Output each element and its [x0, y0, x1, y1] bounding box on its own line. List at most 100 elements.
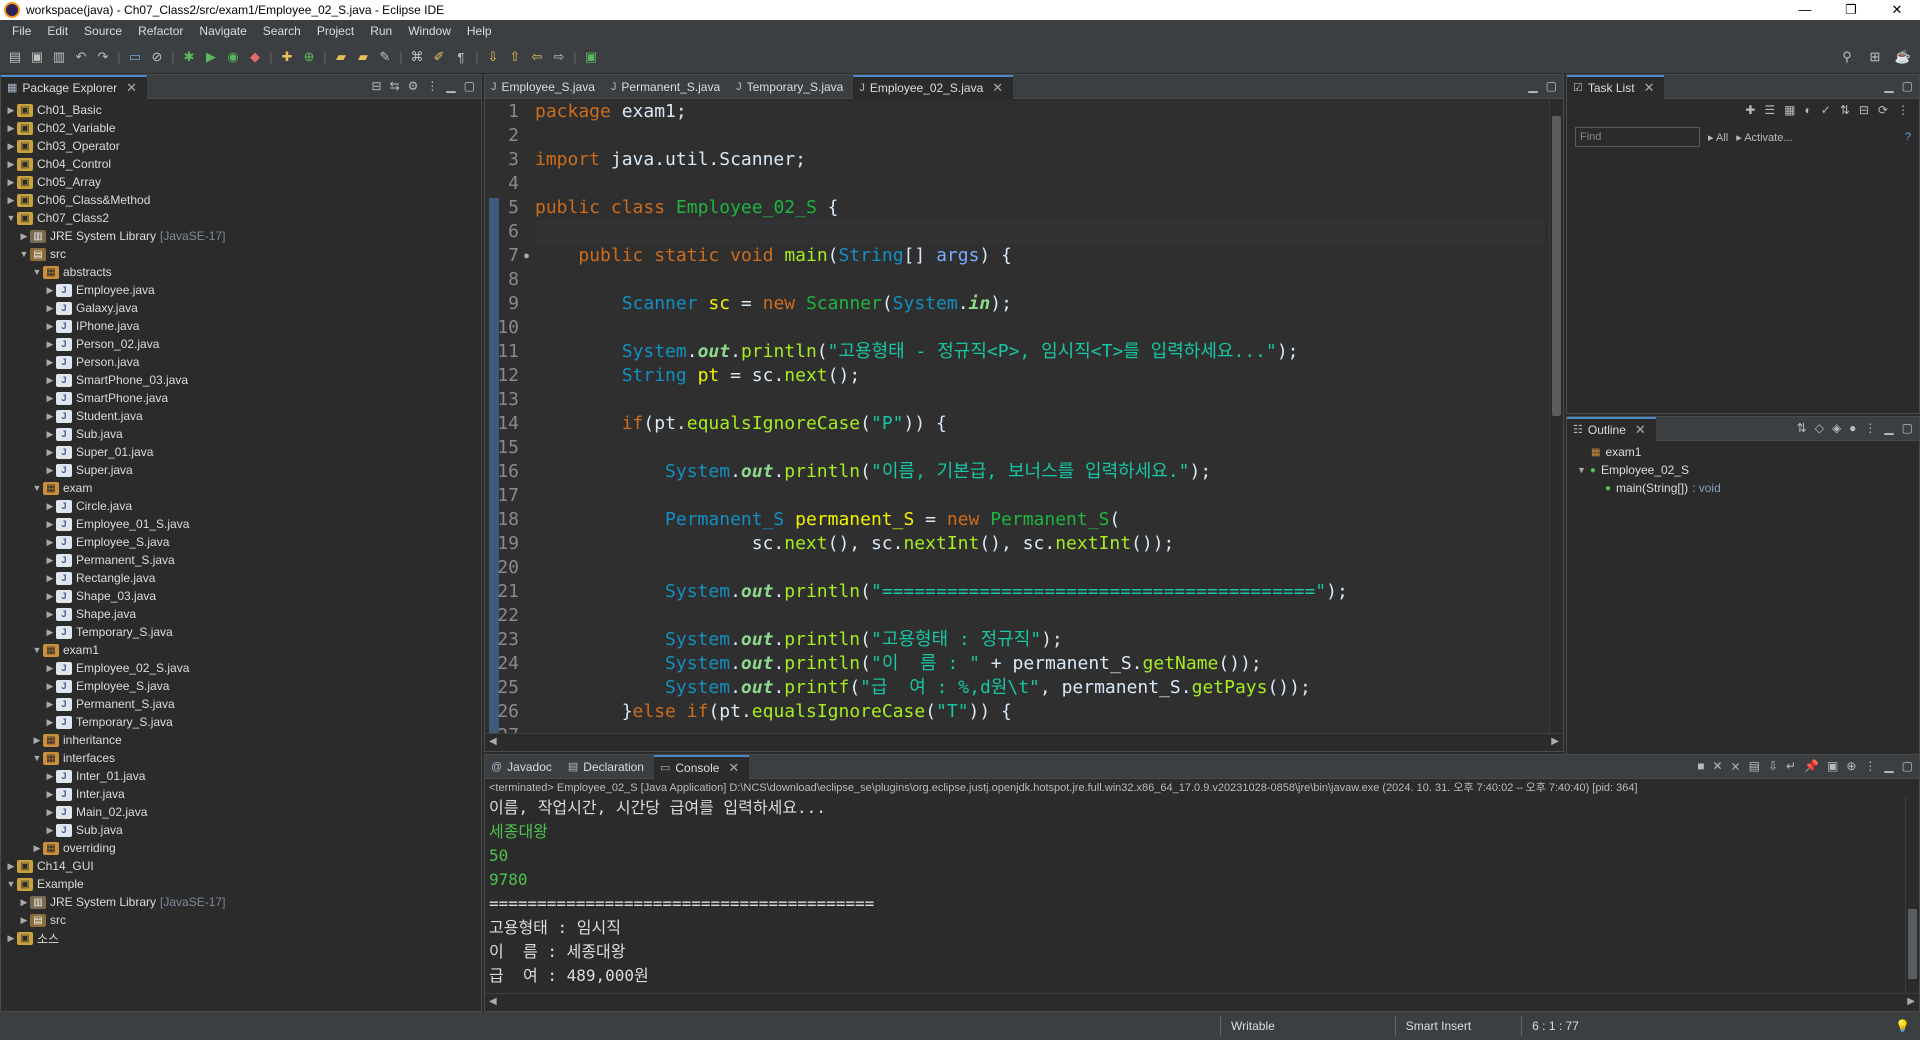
- skip-breakpoints-icon[interactable]: ⊘: [148, 48, 166, 66]
- forward-icon[interactable]: ⇨: [550, 48, 568, 66]
- chevron-down-icon[interactable]: ▼: [18, 249, 30, 259]
- redo-icon[interactable]: ↷: [94, 48, 112, 66]
- pin-editor-icon[interactable]: ▣: [582, 48, 600, 66]
- maximize-icon[interactable]: ▢: [1902, 759, 1913, 773]
- view-menu-icon[interactable]: ⋮: [426, 79, 438, 93]
- menu-item-refactor[interactable]: Refactor: [130, 24, 191, 38]
- chevron-right-icon[interactable]: ▶: [18, 231, 30, 242]
- run-icon[interactable]: ▶: [202, 48, 220, 66]
- view-menu-icon[interactable]: ⋮: [1864, 759, 1876, 773]
- minimize-icon[interactable]: ▁: [446, 79, 455, 93]
- tree-item[interactable]: ▼ ▦ abstracts: [1, 263, 481, 281]
- tree-item[interactable]: ▶ J Shape_03.java: [1, 587, 481, 605]
- search-tool-icon[interactable]: ✎: [376, 48, 394, 66]
- chevron-down-icon[interactable]: ▼: [5, 879, 17, 889]
- chevron-right-icon[interactable]: ▶: [44, 465, 56, 476]
- maximize-icon[interactable]: ▢: [464, 79, 475, 93]
- sort-icon[interactable]: ⇅: [1797, 421, 1807, 435]
- editor-horizontal-scrollbar[interactable]: ◀ ▶: [485, 733, 1563, 751]
- tree-item[interactable]: ▶ J Employee_S.java: [1, 533, 481, 551]
- restore-button[interactable]: ❐: [1828, 2, 1874, 18]
- terminate-icon[interactable]: ■: [1697, 759, 1704, 773]
- chevron-right-icon[interactable]: ▶: [5, 861, 17, 872]
- tree-item[interactable]: ▶ J Employee.java: [1, 281, 481, 299]
- menu-item-edit[interactable]: Edit: [39, 24, 76, 38]
- chevron-down-icon[interactable]: ▼: [5, 213, 17, 223]
- editor-tab[interactable]: J Temporary_S.java: [730, 75, 853, 99]
- open-console-icon[interactable]: ⊕: [1846, 759, 1856, 773]
- menu-item-run[interactable]: Run: [362, 24, 400, 38]
- close-icon[interactable]: ✕: [1635, 422, 1646, 438]
- pin-console-icon[interactable]: 📌: [1804, 759, 1819, 773]
- chevron-right-icon[interactable]: ▶: [31, 735, 43, 746]
- java-perspective-icon[interactable]: ☕: [1894, 48, 1912, 66]
- close-icon[interactable]: ✕: [126, 80, 137, 96]
- tab-javadoc[interactable]: @ Javadoc: [485, 755, 562, 779]
- chevron-right-icon[interactable]: ▶: [44, 825, 56, 836]
- chevron-right-icon[interactable]: ▶: [44, 573, 56, 584]
- tree-item[interactable]: ▶ J Temporary_S.java: [1, 623, 481, 641]
- collapse-all-icon[interactable]: ⊟: [372, 79, 382, 93]
- console-vertical-scrollbar[interactable]: [1905, 796, 1919, 993]
- tree-item[interactable]: ▼ ▤ src: [1, 245, 481, 263]
- chevron-right-icon[interactable]: ▶: [44, 285, 56, 296]
- chevron-right-icon[interactable]: ▶: [44, 807, 56, 818]
- hide-static-icon[interactable]: ◈: [1832, 421, 1841, 435]
- chevron-right-icon[interactable]: ▶: [44, 627, 56, 638]
- remove-all-icon[interactable]: ⨯: [1731, 759, 1741, 773]
- tree-item[interactable]: ▶ J Circle.java: [1, 497, 481, 515]
- categorized-icon[interactable]: ☰: [1764, 103, 1775, 117]
- tree-item[interactable]: ▶ ▣ 소스: [1, 929, 481, 947]
- editor-tab[interactable]: J Permanent_S.java: [605, 75, 730, 99]
- code-line[interactable]: Permanent_S permanent_S = new Permanent_…: [535, 508, 1545, 532]
- chevron-right-icon[interactable]: ▶: [44, 339, 56, 350]
- minimize-icon[interactable]: ▁: [1884, 79, 1893, 93]
- close-button[interactable]: ✕: [1874, 2, 1920, 18]
- chevron-right-icon[interactable]: ▶: [44, 429, 56, 440]
- minimize-button[interactable]: —: [1782, 2, 1828, 18]
- minimize-icon[interactable]: ▁: [1884, 421, 1893, 435]
- tree-item[interactable]: ▶ ▥ JRE System Library [JavaSE-17]: [1, 893, 481, 911]
- tree-item[interactable]: ▼ ▦ exam: [1, 479, 481, 497]
- new-class-icon[interactable]: ⊕: [300, 48, 318, 66]
- collapse-icon[interactable]: ⊟: [1859, 103, 1869, 117]
- chevron-right-icon[interactable]: ▶: [44, 789, 56, 800]
- tree-item[interactable]: ▶ ▣ Ch04_Control: [1, 155, 481, 173]
- view-menu-icon[interactable]: ⋮: [1864, 421, 1876, 435]
- chevron-right-icon[interactable]: ▶: [5, 123, 17, 134]
- chevron-right-icon[interactable]: ▶: [44, 681, 56, 692]
- minimize-icon[interactable]: ▁: [1884, 759, 1893, 773]
- tree-item[interactable]: ▶ J Sub.java: [1, 425, 481, 443]
- chevron-right-icon[interactable]: ▶: [44, 699, 56, 710]
- debug-icon[interactable]: ✱: [180, 48, 198, 66]
- remove-launch-icon[interactable]: ✕: [1712, 759, 1722, 773]
- tree-item[interactable]: ▶ J Person.java: [1, 353, 481, 371]
- tree-item[interactable]: ▶ J Galaxy.java: [1, 299, 481, 317]
- chevron-right-icon[interactable]: ▶: [18, 915, 30, 926]
- menu-item-help[interactable]: Help: [459, 24, 500, 38]
- tree-item[interactable]: ▶ J Super.java: [1, 461, 481, 479]
- chevron-right-icon[interactable]: ▶: [44, 303, 56, 314]
- tree-item[interactable]: ▶ ▣ Ch14_GUI: [1, 857, 481, 875]
- code-line[interactable]: System.out.println("고용형태 : 정규직");: [535, 628, 1545, 652]
- code-line[interactable]: String pt = sc.next();: [535, 364, 1545, 388]
- tree-item[interactable]: ▶ J Employee_01_S.java: [1, 515, 481, 533]
- code-line[interactable]: package exam1;: [535, 100, 1545, 124]
- search-icon[interactable]: ⚲: [1838, 48, 1856, 66]
- tree-item[interactable]: ▶ J Employee_02_S.java: [1, 659, 481, 677]
- chevron-right-icon[interactable]: ▶: [31, 843, 43, 854]
- next-annotation-icon[interactable]: ⇩: [484, 48, 502, 66]
- outline-item[interactable]: ● main(String[]): void: [1573, 479, 1919, 497]
- open-task-icon[interactable]: ▰: [354, 48, 372, 66]
- tree-item[interactable]: ▶ ▣ Ch06_Class&Method: [1, 191, 481, 209]
- code-line[interactable]: [535, 220, 1545, 244]
- maximize-icon[interactable]: ▢: [1902, 79, 1913, 93]
- chevron-right-icon[interactable]: ▶: [44, 411, 56, 422]
- tab-package-explorer[interactable]: ▦ Package Explorer ✕: [1, 74, 148, 99]
- scroll-thumb[interactable]: [1552, 116, 1561, 416]
- highlight-icon[interactable]: ✐: [430, 48, 448, 66]
- tree-item[interactable]: ▶ ▣ Ch03_Operator: [1, 137, 481, 155]
- code-line[interactable]: }else if(pt.equalsIgnoreCase("T")) {: [535, 700, 1545, 724]
- code-line[interactable]: sc.next(), sc.nextInt(), sc.nextInt());: [535, 532, 1545, 556]
- tree-item[interactable]: ▶ J IPhone.java: [1, 317, 481, 335]
